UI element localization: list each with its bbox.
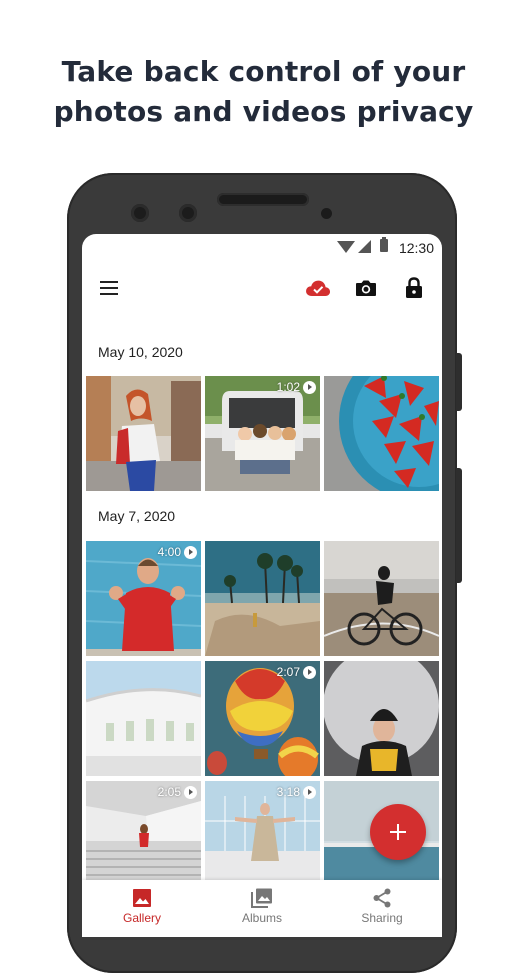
camera-icon[interactable] [350, 272, 382, 304]
video-duration: 2:05 [158, 785, 197, 799]
earpiece-speaker [217, 193, 309, 206]
video-duration: 3:18 [277, 785, 316, 799]
albums-icon [251, 888, 272, 908]
photo-thumbnail[interactable] [324, 661, 439, 776]
front-camera-icon [179, 204, 197, 222]
proximity-sensor [321, 208, 332, 219]
signal-icon [358, 240, 371, 253]
photo-thumbnail[interactable] [86, 376, 201, 491]
photo-thumbnail[interactable] [86, 661, 201, 776]
video-duration: 4:00 [158, 545, 197, 559]
nav-albums[interactable]: Albums [202, 880, 322, 937]
bottom-navigation: Gallery Albums Sharing [82, 880, 442, 937]
wifi-icon [337, 241, 355, 253]
status-time: 12:30 [398, 240, 434, 256]
play-icon [184, 545, 197, 559]
cloud-check-icon[interactable] [302, 272, 334, 304]
play-icon [184, 785, 197, 799]
photo-thumbnail[interactable] [324, 376, 439, 491]
nav-label: Sharing [361, 911, 403, 925]
video-thumbnail[interactable]: 4:00 [86, 541, 201, 656]
phone-screen: 12:30 May 10, 2020 1:02 May 7, 2020 4:00… [82, 234, 442, 937]
headline: Take back control of your photos and vid… [0, 52, 527, 132]
video-duration: 2:07 [277, 665, 316, 679]
video-thumbnail[interactable]: 1:02 [205, 376, 320, 491]
menu-icon[interactable] [94, 272, 126, 304]
play-icon [303, 665, 316, 679]
lock-icon[interactable] [398, 272, 430, 304]
front-camera-icon [131, 204, 149, 222]
video-thumbnail[interactable]: 3:18 [205, 781, 320, 896]
video-thumbnail[interactable]: 2:07 [205, 661, 320, 776]
power-button [456, 353, 462, 411]
headline-line-2: photos and videos privacy [53, 95, 474, 128]
gallery-icon [133, 889, 151, 907]
toolbar [82, 264, 442, 312]
photo-thumbnail[interactable] [205, 541, 320, 656]
photo-thumbnail[interactable] [324, 541, 439, 656]
video-duration: 1:02 [277, 380, 316, 394]
section-date: May 7, 2020 [98, 508, 176, 524]
play-icon [303, 785, 316, 799]
battery-icon [380, 237, 388, 252]
nav-sharing[interactable]: Sharing [322, 880, 442, 937]
nav-label: Gallery [122, 911, 161, 925]
section-date: May 10, 2020 [98, 344, 183, 360]
volume-button [456, 468, 462, 583]
play-icon [303, 380, 316, 394]
video-thumbnail[interactable]: 2:05 [86, 781, 201, 896]
nav-gallery[interactable]: Gallery [82, 880, 202, 937]
headline-line-1: Take back control of your [61, 55, 466, 88]
nav-label: Albums [241, 911, 282, 925]
share-icon [373, 888, 391, 908]
status-bar: 12:30 [82, 234, 442, 260]
add-button[interactable] [370, 804, 426, 860]
plus-icon [390, 824, 406, 840]
